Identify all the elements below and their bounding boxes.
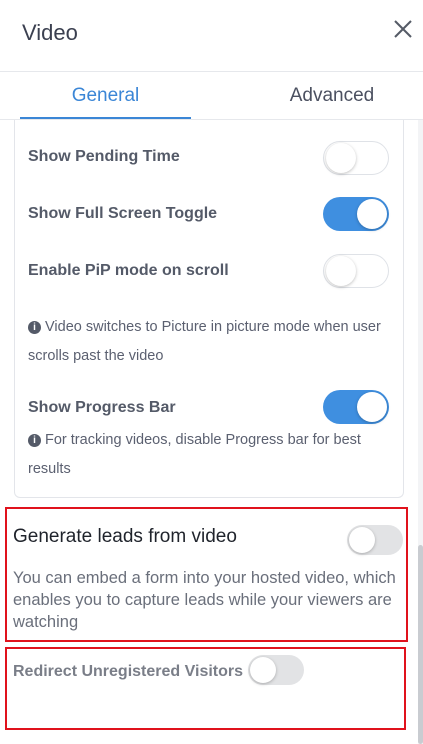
pip-info: i Video switches to Picture in picture mo…	[28, 313, 388, 371]
progress-bar-toggle[interactable]	[323, 390, 389, 424]
leads-title: Generate leads from video	[13, 526, 237, 547]
progress-bar-info: i For tracking videos, disable Progress b…	[28, 426, 388, 484]
panel-header: Video	[0, 0, 423, 72]
toggle-knob	[250, 657, 276, 683]
toggle-knob	[357, 199, 387, 229]
scrollbar-thumb[interactable]	[418, 545, 423, 744]
leads-toggle[interactable]	[347, 525, 403, 555]
toggle-knob	[349, 527, 375, 553]
info-icon: i	[28, 321, 41, 334]
pip-label: Enable PiP mode on scroll	[28, 262, 229, 279]
panel-title: Video	[22, 20, 78, 45]
tab-general[interactable]: General	[20, 72, 191, 119]
info-icon: i	[28, 434, 41, 447]
toggle-knob	[357, 392, 387, 422]
pending-time-label: Show Pending Time	[28, 148, 180, 165]
full-screen-label: Show Full Screen Toggle	[28, 205, 218, 222]
progress-bar-info-text: For tracking videos, disable Progress ba…	[28, 432, 361, 477]
pip-toggle[interactable]	[323, 254, 389, 288]
pending-time-toggle[interactable]	[323, 141, 389, 175]
toggle-knob	[326, 256, 356, 286]
tab-advanced[interactable]: Advanced	[248, 72, 416, 119]
tab-bar: General Advanced	[0, 72, 423, 120]
redirect-toggle[interactable]	[248, 655, 304, 685]
redirect-highlight	[5, 647, 406, 730]
pip-info-text: Video switches to Picture in picture mod…	[28, 319, 381, 364]
toggle-knob	[326, 143, 356, 173]
leads-description: You can embed a form into your hosted vi…	[13, 569, 396, 631]
redirect-label: Redirect Unregistered Visitors	[13, 663, 244, 680]
progress-bar-label: Show Progress Bar	[28, 399, 176, 416]
full-screen-toggle[interactable]	[323, 197, 389, 231]
close-icon[interactable]	[390, 16, 416, 42]
